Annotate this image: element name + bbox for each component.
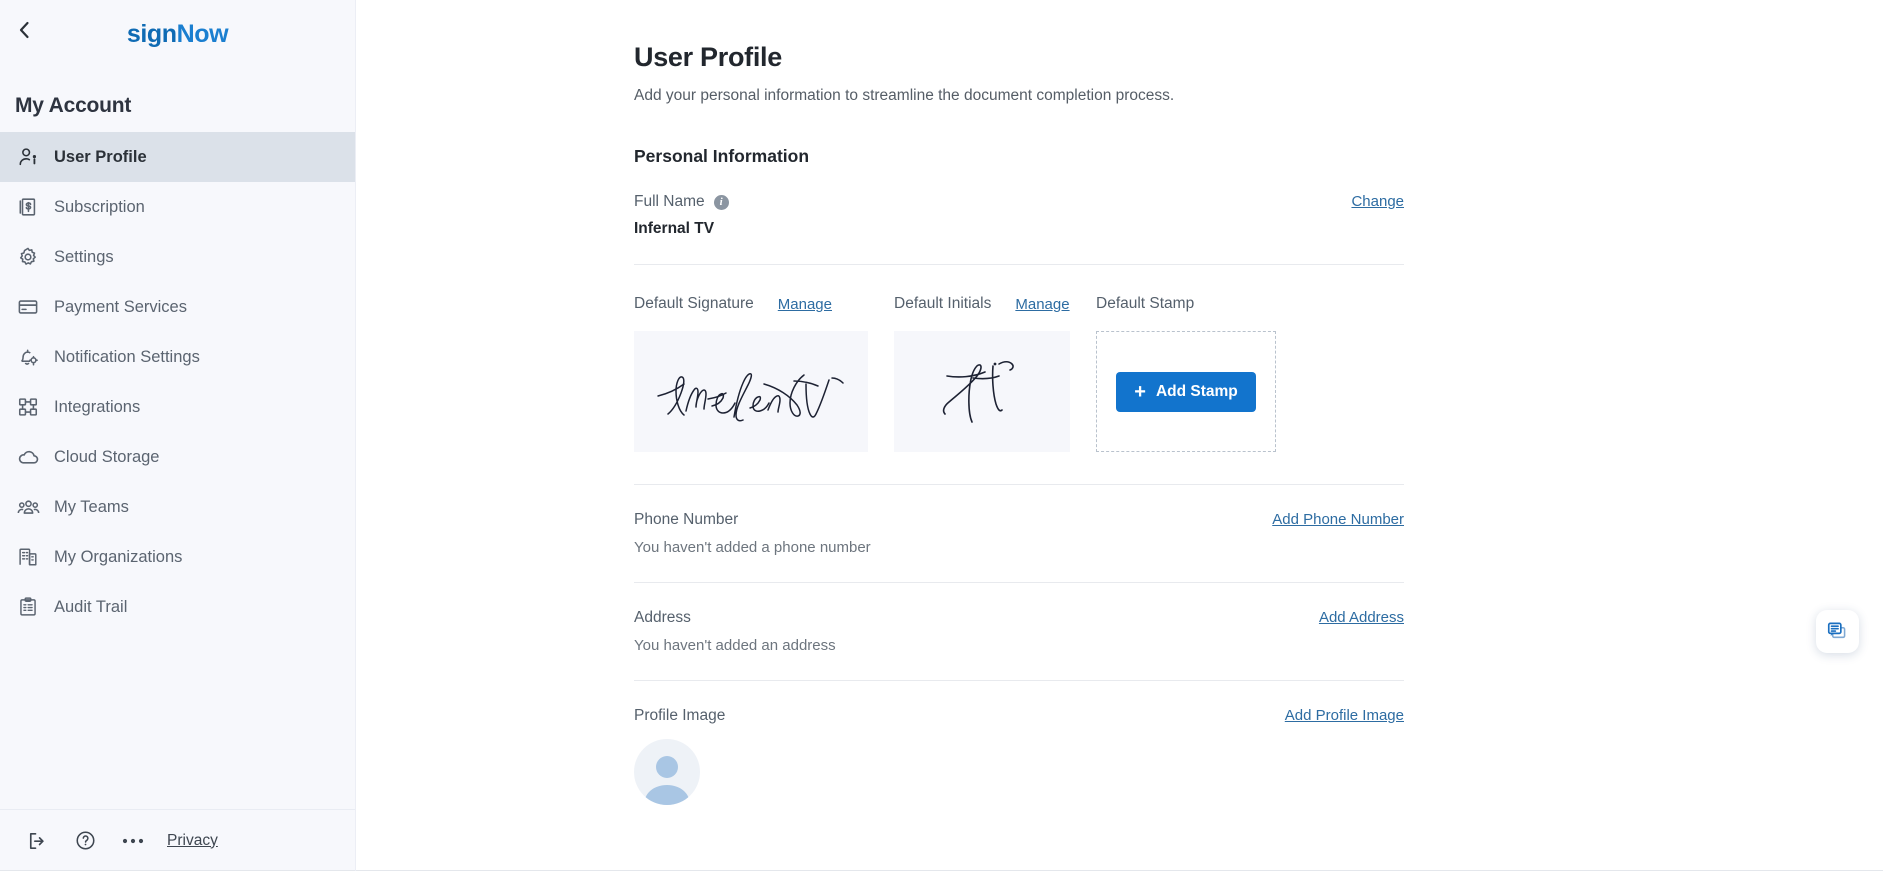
add-stamp-label: Add Stamp — [1155, 382, 1238, 400]
sidebar-item-payment-services[interactable]: Payment Services — [0, 282, 355, 332]
address-label: Address — [634, 609, 691, 626]
privacy-link[interactable]: Privacy — [167, 832, 218, 850]
divider — [634, 264, 1404, 265]
sidebar-footer: Privacy — [0, 809, 355, 871]
manage-signature-link[interactable]: Manage — [778, 296, 832, 313]
avatar-placeholder-icon — [644, 756, 690, 805]
phone-number-empty-text: You haven't added a phone number — [634, 539, 871, 556]
brand-logo-now: Now — [176, 20, 229, 48]
sidebar-item-my-teams[interactable]: My Teams — [0, 482, 355, 532]
info-icon[interactable]: i — [713, 194, 729, 210]
cloud-icon — [15, 444, 41, 470]
default-initials-preview[interactable] — [894, 331, 1070, 452]
sidebar-item-label: My Teams — [54, 497, 129, 516]
default-initials-column: Default Initials Manage — [894, 293, 1070, 452]
sidebar-item-label: Settings — [54, 247, 114, 266]
page-subtitle: Add your personal information to streaml… — [634, 87, 1175, 104]
brand-logo-sign: sign — [126, 20, 177, 48]
sidebar-item-label: User Profile — [54, 147, 147, 166]
sidebar-item-label: Subscription — [54, 197, 145, 216]
people-group-icon — [15, 494, 41, 520]
sidebar-nav: User Profile Subscription Settings Payme… — [0, 132, 355, 632]
chat-widget-button[interactable] — [1816, 610, 1859, 653]
sidebar-item-label: Notification Settings — [54, 347, 200, 366]
add-profile-image-link[interactable]: Add Profile Image — [1285, 707, 1404, 724]
sidebar-item-label: Audit Trail — [54, 597, 128, 616]
full-name-label: Full Name — [634, 193, 705, 210]
brand-logo[interactable]: signNow — [0, 20, 355, 49]
plus-icon: + — [1134, 380, 1146, 403]
avatar[interactable] — [634, 739, 700, 805]
default-signature-column: Default Signature Manage — [634, 293, 868, 452]
phone-number-label: Phone Number — [634, 511, 739, 528]
address-empty-text: You haven't added an address — [634, 637, 836, 654]
sidebar-item-notification-settings[interactable]: Notification Settings — [0, 332, 355, 382]
default-signature-label: Default Signature — [634, 295, 754, 312]
phone-number-row: Phone Number Add Phone Number You haven'… — [634, 485, 1404, 583]
sidebar-item-label: Integrations — [54, 397, 141, 416]
add-phone-number-link[interactable]: Add Phone Number — [1272, 511, 1404, 528]
ellipsis-icon[interactable] — [109, 821, 157, 861]
profile-image-label: Profile Image — [634, 707, 726, 724]
sidebar-item-integrations[interactable]: Integrations — [0, 382, 355, 432]
logout-icon[interactable] — [13, 821, 61, 861]
credit-card-icon — [15, 294, 41, 320]
profile-image-row: Profile Image Add Profile Image — [634, 681, 1404, 805]
default-signature-preview[interactable] — [634, 331, 868, 452]
question-circle-icon[interactable] — [61, 821, 109, 861]
sidebar-item-label: My Organizations — [54, 547, 183, 566]
default-initials-label: Default Initials — [894, 295, 992, 312]
full-name-row: Full Name i Change Infernal TV — [634, 167, 1404, 265]
sidebar: signNow My Account User Profile Subscrip… — [0, 0, 356, 871]
sidebar-item-cloud-storage[interactable]: Cloud Storage — [0, 432, 355, 482]
signature-row: Default Signature Manage Default Initial… — [634, 293, 1404, 485]
add-stamp-button[interactable]: + Add Stamp — [1116, 371, 1256, 412]
full-name-label-wrap: Full Name i — [634, 193, 729, 211]
change-name-link[interactable]: Change — [1351, 193, 1404, 210]
sidebar-item-my-organizations[interactable]: My Organizations — [0, 532, 355, 582]
main-content: User Profile Add your personal informati… — [356, 0, 1883, 871]
full-name-value: Infernal TV — [634, 220, 715, 237]
sidebar-item-audit-trail[interactable]: Audit Trail — [0, 582, 355, 632]
default-stamp-column: Default Stamp + Add Stamp — [1096, 293, 1276, 452]
building-icon — [15, 544, 41, 570]
sidebar-item-label: Cloud Storage — [54, 447, 160, 466]
manage-initials-link[interactable]: Manage — [1015, 296, 1069, 313]
gear-icon — [15, 244, 41, 270]
sidebar-item-subscription[interactable]: Subscription — [0, 182, 355, 232]
address-row: Address Add Address You haven't added an… — [634, 583, 1404, 681]
bell-settings-icon — [15, 344, 41, 370]
sidebar-item-label: Payment Services — [54, 297, 187, 316]
sidebar-item-user-profile[interactable]: User Profile — [0, 132, 355, 182]
user-profile-icon — [15, 144, 41, 170]
add-address-link[interactable]: Add Address — [1319, 609, 1404, 626]
integrations-icon — [15, 394, 41, 420]
clipboard-list-icon — [15, 594, 41, 620]
sidebar-header: signNow — [0, 0, 355, 58]
default-stamp-label: Default Stamp — [1096, 295, 1195, 312]
default-stamp-dropzone[interactable]: + Add Stamp — [1096, 331, 1276, 452]
page-title: User Profile — [634, 42, 782, 72]
subscription-icon — [15, 194, 41, 220]
sidebar-item-settings[interactable]: Settings — [0, 232, 355, 282]
account-title: My Account — [15, 94, 132, 117]
chat-bubbles-icon — [1827, 622, 1846, 639]
section-heading: Personal Information — [634, 146, 810, 166]
